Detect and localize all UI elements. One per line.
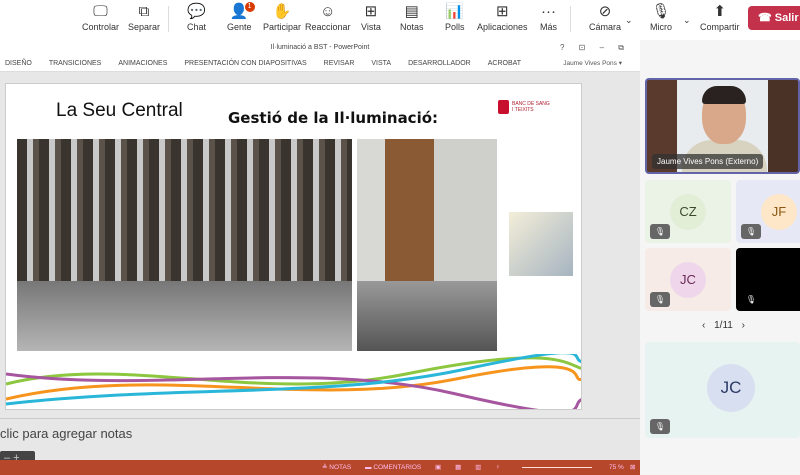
notes-input[interactable]: clic para agregar notas <box>0 418 640 460</box>
control-button[interactable]: 🖵 Controlar <box>82 2 119 32</box>
people-icon: 👤 1 <box>230 2 255 22</box>
mic-off-icon: 🎙 <box>745 295 757 304</box>
tab-acrobat[interactable]: ACROBAT <box>488 56 521 71</box>
share-button[interactable]: ⬆ Compartir <box>700 2 740 32</box>
presenter-name: Jaume Vives Pons (Externo) <box>652 154 764 169</box>
participant-tile[interactable]: 🎙 <box>736 248 800 311</box>
mic-button[interactable]: 🎙 Micro <box>650 2 672 32</box>
slide-heading: La Seu Central <box>56 100 183 121</box>
prev-page-button[interactable]: ‹ <box>702 320 705 331</box>
view-button[interactable]: ⊞ Vista <box>361 2 381 32</box>
slide-title: Gestió de la Il·luminació: <box>228 109 439 127</box>
raise-hand-button[interactable]: ✋ Participar <box>263 2 301 32</box>
grid-icon: ⊞ <box>364 3 378 20</box>
react-button[interactable]: ☺ Reaccionar <box>305 2 351 32</box>
meeting-toolbar: 🖵 Controlar ⧉ Separar 💬 Chat 👤 1 Gente ✋ Parti… <box>0 0 800 40</box>
zoom-slider[interactable] <box>522 467 592 468</box>
people-badge: 1 <box>244 2 255 12</box>
presenter-video[interactable]: Jaume Vives Pons (Externo) <box>645 78 800 174</box>
participants-panel: Jaume Vives Pons (Externo) CZ 🎙 JF 🎙 JC 🎙 🎙… <box>640 40 800 475</box>
participant-tile-large[interactable]: JC 🎙 <box>645 342 800 438</box>
tab-animaciones[interactable]: ANIMACIONES <box>118 56 167 71</box>
screen-control-icon: 🖵 <box>93 3 108 20</box>
avatar: CZ <box>670 194 706 230</box>
building-interior-photo <box>17 139 352 351</box>
avatar: JC <box>670 262 706 298</box>
participant-tile[interactable]: JC 🎙 <box>645 248 731 311</box>
polls-icon: 📊 <box>445 3 465 20</box>
raise-hand-icon: ✋ <box>272 3 292 20</box>
lamp-photo <box>509 212 573 276</box>
view-buttons[interactable]: ▣▦▥♀ <box>435 460 514 475</box>
phone-icon: ☎ <box>758 12 775 24</box>
slide[interactable]: La Seu Central Gestió de la Il·luminació… <box>5 83 582 410</box>
apps-button[interactable]: ⊞ Aplicaciones <box>477 2 528 32</box>
bst-logo: BANC DE SANG I TEIXITS <box>498 100 552 114</box>
chevron-down-icon: ⌄ <box>625 15 633 25</box>
next-page-button[interactable]: › <box>742 320 745 331</box>
more-icon: ··· <box>541 3 556 20</box>
camera-off-icon: ⊘ <box>598 3 612 20</box>
avatar: JF <box>761 194 797 230</box>
notes-icon: ▤ <box>404 3 419 20</box>
tab-desarrollador[interactable]: DESARROLLADOR <box>408 56 471 71</box>
tab-transiciones[interactable]: TRANSICIONES <box>49 56 102 71</box>
chat-icon: 💬 <box>187 3 206 20</box>
mic-options-chevron[interactable]: ⌄ <box>683 10 691 30</box>
notes-toggle[interactable]: ≜ NOTAS <box>322 460 351 475</box>
people-button[interactable]: 👤 1 Gente <box>227 2 255 32</box>
mic-off-icon: 🎙 <box>650 224 670 239</box>
camera-button[interactable]: ⊘ Cámara <box>589 2 621 32</box>
pagination: ‹ 1/11 › <box>702 320 745 331</box>
tab-diseno[interactable]: DISEÑO <box>5 56 32 71</box>
popout-icon: ⧉ <box>138 3 150 20</box>
tab-presentacion[interactable]: PRESENTACIÓN CON DIAPOSITIVAS <box>184 56 306 71</box>
decorative-waves <box>6 354 581 409</box>
notes-button[interactable]: ▤ Notas <box>400 2 424 32</box>
camera-options-chevron[interactable]: ⌄ <box>625 10 633 30</box>
leave-button[interactable]: ☎ Salir <box>748 6 800 30</box>
avatar: JC <box>707 364 755 412</box>
mic-off-icon: 🎙 <box>650 292 670 307</box>
more-button[interactable]: ··· Más <box>540 2 557 32</box>
zoom-level: 75 % <box>609 464 624 471</box>
ribbon-tabs: DISEÑO TRANSICIONES ANIMACIONES PRESENTA… <box>0 56 640 72</box>
tab-revisar[interactable]: REVISAR <box>324 56 355 71</box>
powerpoint-window: Il·luminació a BST - PowerPoint ? ⊡ – ⧉ … <box>0 40 640 475</box>
mic-off-icon: 🎙 <box>650 419 670 434</box>
add-icon: ⊞ <box>495 3 509 20</box>
share-icon: ⬆ <box>713 3 727 20</box>
office-blinds-photo <box>357 139 497 351</box>
mic-off-icon: 🎙 <box>741 224 761 239</box>
participant-tile[interactable]: JF 🎙 <box>736 180 800 243</box>
tab-vista[interactable]: VISTA <box>371 56 391 71</box>
participant-tile[interactable]: CZ 🎙 <box>645 180 731 243</box>
comments-toggle[interactable]: ▬ COMENTARIOS <box>365 460 421 475</box>
user-account[interactable]: Jaume Vives Pons ▾ <box>563 56 622 72</box>
status-bar: ≜ NOTAS ▬ COMENTARIOS ▣▦▥♀ 75 % ⊠ <box>0 460 640 475</box>
fit-slide-icon[interactable]: ⊠ <box>630 460 635 475</box>
chat-button[interactable]: 💬 Chat <box>187 2 206 32</box>
smile-icon: ☺ <box>320 3 336 20</box>
window-title: Il·luminació a BST - PowerPoint <box>0 40 640 56</box>
polls-button[interactable]: 📊 Polls <box>445 2 465 32</box>
mic-off-icon: 🎙 <box>651 3 671 20</box>
chevron-down-icon: ⌄ <box>683 15 691 25</box>
popout-button[interactable]: ⧉ Separar <box>128 2 160 32</box>
